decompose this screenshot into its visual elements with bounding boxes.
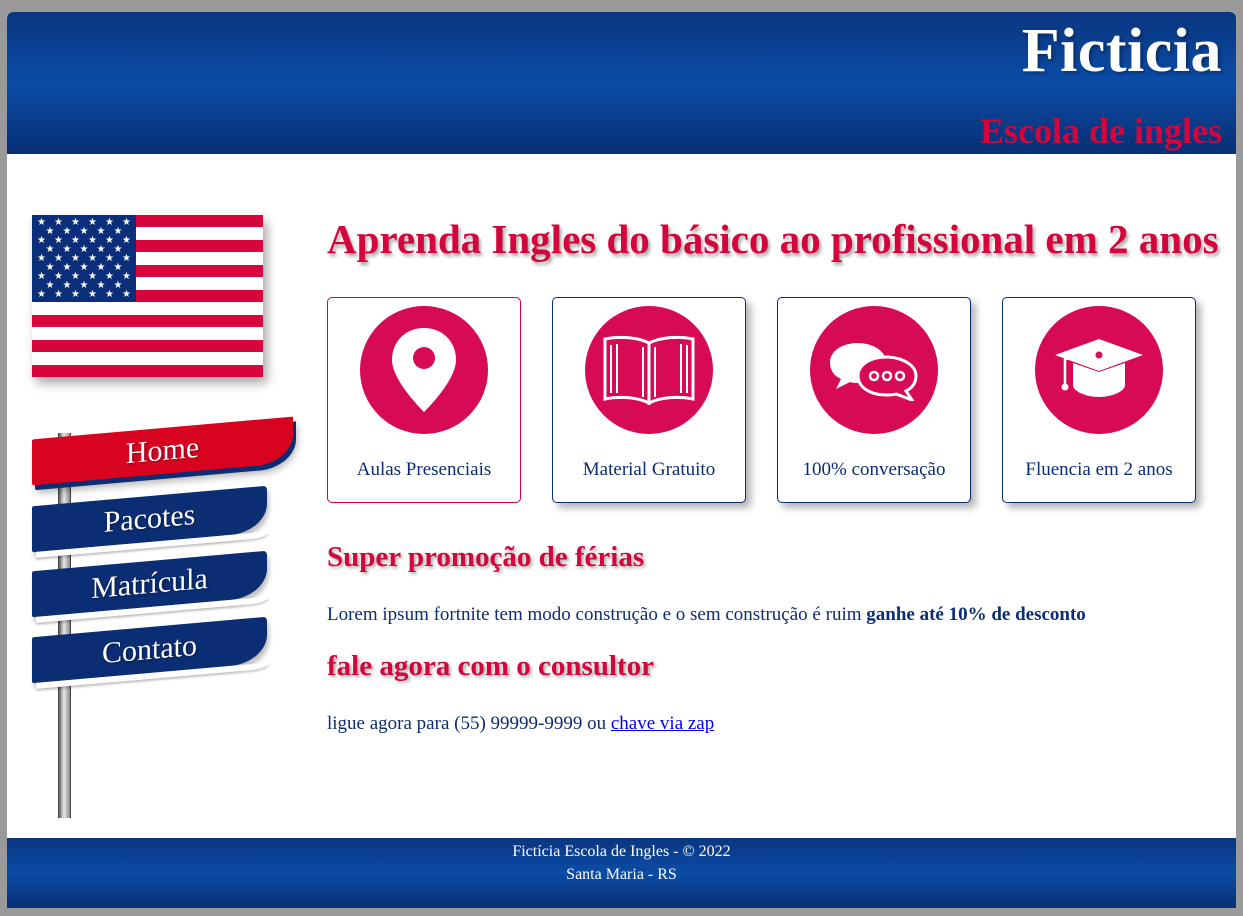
promo-body: Lorem ipsum fortnite tem modo construção… bbox=[327, 604, 867, 625]
footer-copyright: Fictícia Escola de Ingles - © 2022 bbox=[512, 843, 731, 860]
feature-label: 100% conversação bbox=[802, 459, 946, 480]
header: Ficticia Escola de ingles bbox=[7, 12, 1236, 154]
graduation-cap-icon bbox=[1035, 306, 1163, 434]
us-flag-image: ★ ★ ★ ★ ★ ★ ★ ★ ★ ★ ★ ★ ★ ★ ★ ★ ★ ★ ★ ★ … bbox=[32, 215, 263, 377]
open-book-icon bbox=[585, 306, 713, 434]
feature-card-fluencia[interactable]: Fluencia em 2 anos bbox=[1002, 297, 1196, 503]
whatsapp-link[interactable]: chave via zap bbox=[611, 713, 714, 734]
feature-label: Fluencia em 2 anos bbox=[1025, 459, 1173, 480]
nav-pacotes-label: Pacotes bbox=[103, 497, 196, 540]
signpost-pole bbox=[58, 433, 71, 818]
promo-highlight: ganhe até 10% de desconto bbox=[866, 604, 1086, 625]
footer: Fictícia Escola de Ingles - © 2022 Santa… bbox=[7, 838, 1236, 908]
feature-label: Material Gratuito bbox=[582, 459, 716, 480]
footer-location: Santa Maria - RS bbox=[566, 866, 677, 883]
nav-home[interactable]: Home bbox=[32, 416, 293, 486]
promo-title: Super promoção de férias bbox=[327, 541, 645, 573]
feature-card-material[interactable]: Material Gratuito bbox=[552, 297, 746, 503]
nav-contato-label: Contato bbox=[102, 628, 197, 671]
nav-matricula-label: Matrícula bbox=[91, 561, 208, 606]
promo-text: Lorem ipsum fortnite tem modo construção… bbox=[327, 604, 1086, 626]
svg-text:★: ★ bbox=[122, 217, 131, 228]
feature-card-aulas[interactable]: Aulas Presenciais bbox=[327, 297, 521, 503]
nav-home-label: Home bbox=[125, 430, 200, 471]
site-subtitle: Escola de ingles bbox=[979, 111, 1222, 151]
site-title: Ficticia bbox=[1021, 17, 1222, 85]
stars-icon: ★ ★ ★ ★ ★ ★ ★ ★ ★ ★ ★ ★ ★ ★ ★ ★ ★ ★ ★ ★ … bbox=[37, 217, 131, 300]
contact-body: ligue agora para (55) 99999-9999 ou bbox=[327, 713, 611, 734]
contact-text: ligue agora para (55) 99999-9999 ou chav… bbox=[327, 713, 714, 735]
page: Ficticia Escola de ingles ★ ★ ★ ★ ★ ★ ★ … bbox=[7, 12, 1236, 908]
contact-title: fale agora com o consultor bbox=[327, 650, 654, 682]
chat-bubbles-icon bbox=[810, 306, 938, 434]
feature-card-conversacao[interactable]: 100% conversação bbox=[777, 297, 971, 503]
location-pin-icon bbox=[360, 306, 488, 434]
headline: Aprenda Ingles do básico ao profissional… bbox=[327, 216, 1219, 262]
feature-label: Aulas Presenciais bbox=[356, 459, 492, 480]
flag-canton: ★ ★ ★ ★ ★ ★ ★ ★ ★ ★ ★ ★ ★ ★ ★ ★ ★ ★ ★ ★ … bbox=[32, 215, 136, 302]
